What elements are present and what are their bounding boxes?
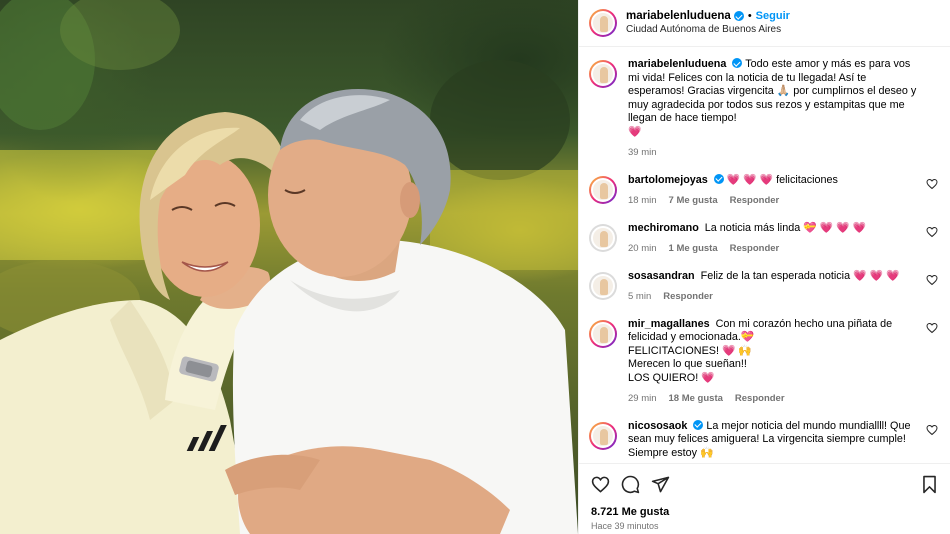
like-comment-heart-icon[interactable]	[926, 322, 938, 334]
comment-item: nicososaok La mejor noticia del mundo mu…	[589, 419, 938, 461]
reply-button[interactable]: Responder	[663, 290, 713, 304]
comment-item: mir_magallanes Con mi corazón hecho una …	[589, 318, 938, 406]
comment-text-line: Merecen lo que sueñan!!	[628, 358, 747, 370]
post-sidebar: mariabelenluduena • Seguir Ciudad Autóno…	[578, 0, 950, 534]
commenter-avatar[interactable]	[589, 421, 617, 450]
author-avatar[interactable]	[589, 60, 617, 88]
reply-button[interactable]: Responder	[730, 242, 780, 256]
commenter-avatar[interactable]	[589, 271, 617, 300]
verified-badge-icon	[732, 58, 743, 68]
likes-count[interactable]: 8.721 Me gusta	[591, 506, 938, 518]
comment-text: La noticia más linda 💝 💗 💗 💗	[704, 221, 866, 234]
like-comment-heart-icon[interactable]	[926, 424, 938, 436]
caption: mariabelenluduena Todo este amor y más e…	[589, 58, 938, 160]
comment-likes-link[interactable]: 18 Me gusta	[669, 392, 723, 406]
like-comment-heart-icon[interactable]	[926, 274, 938, 286]
comment-username[interactable]: mechiromano	[628, 222, 699, 234]
comment-text-line: FELICITACIONES! 💗 🙌	[628, 344, 752, 357]
comment-likes-link[interactable]: 7 Me gusta	[669, 194, 718, 208]
verified-badge-icon	[713, 173, 724, 184]
separator-dot: •	[747, 10, 752, 22]
comment-time: 29 min	[628, 393, 657, 404]
post-photo[interactable]	[0, 0, 578, 534]
post-actions: 8.721 Me gusta Hace 39 minutos	[579, 463, 950, 534]
caption-username[interactable]: mariabelenluduena	[628, 58, 726, 70]
comment-time: 20 min	[628, 243, 657, 254]
caption-time: 39 min	[628, 147, 657, 158]
verified-badge-icon	[733, 11, 744, 21]
comment-text: Feliz de la tan esperada noticia 💗 💗 💗	[700, 269, 900, 282]
bookmark-icon[interactable]	[921, 475, 938, 494]
instagram-post-view: mariabelenluduena • Seguir Ciudad Autóno…	[0, 0, 950, 534]
comment-item: mechiromano La noticia más linda 💝 💗 💗 💗…	[589, 222, 938, 256]
comment-item: bartolomejoyas 💗 💗 💗 felicitaciones 18 m…	[589, 173, 938, 208]
comment-username[interactable]: nicososaok	[628, 420, 687, 432]
pray-emoji: 🙏🏼	[776, 85, 791, 97]
couple-photo-illustration	[0, 0, 578, 534]
comment-icon[interactable]	[621, 475, 640, 494]
post-header: mariabelenluduena • Seguir Ciudad Autóno…	[579, 0, 950, 47]
post-timestamp: Hace 39 minutos	[591, 521, 659, 531]
comment-likes-link[interactable]: 1 Me gusta	[669, 242, 718, 256]
follow-button[interactable]: Seguir	[756, 9, 790, 23]
comment-username[interactable]: sosasandran	[628, 270, 695, 282]
post-location[interactable]: Ciudad Autónoma de Buenos Aires	[626, 23, 790, 37]
share-icon[interactable]	[651, 475, 670, 494]
verified-badge-icon	[693, 419, 704, 430]
comment-username[interactable]: bartolomejoyas	[628, 174, 708, 186]
author-username[interactable]: mariabelenluduena	[626, 9, 731, 23]
comment-text: 💗 💗 💗 felicitaciones	[726, 173, 838, 186]
reply-button[interactable]: Responder	[730, 194, 780, 208]
commenter-avatar[interactable]	[589, 223, 617, 252]
like-comment-heart-icon[interactable]	[926, 226, 938, 238]
comment-time: 5 min	[628, 291, 652, 302]
like-comment-heart-icon[interactable]	[926, 178, 938, 190]
comment-time: 18 min	[628, 195, 657, 206]
comment-username[interactable]: mir_magallanes	[628, 318, 710, 330]
comment-text-line: LOS QUIERO! 💗	[628, 371, 715, 384]
author-avatar[interactable]	[589, 9, 617, 37]
heart-icon[interactable]	[591, 475, 610, 494]
comments-list[interactable]: mariabelenluduena Todo este amor y más e…	[579, 48, 950, 463]
comment-item: sosasandran Feliz de la tan esperada not…	[589, 270, 938, 304]
commenter-avatar[interactable]	[589, 319, 617, 348]
heart-emoji: 💗	[628, 125, 642, 138]
commenter-avatar[interactable]	[589, 175, 617, 204]
reply-button[interactable]: Responder	[735, 392, 785, 406]
